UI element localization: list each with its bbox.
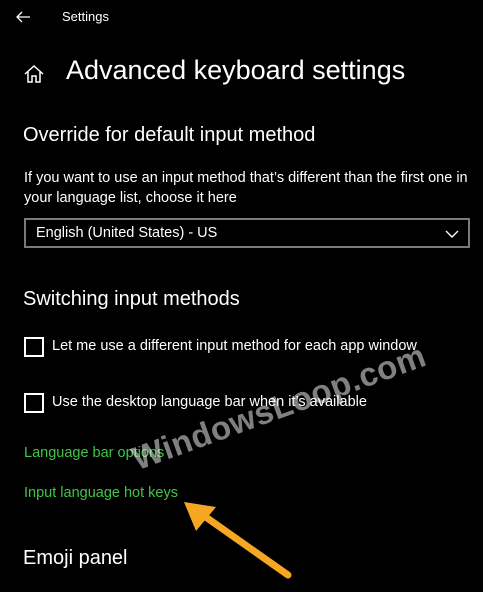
input-language-hot-keys-link[interactable]: Input language hot keys: [24, 485, 178, 501]
back-arrow-icon: [16, 11, 30, 23]
per-app-input-label: Let me use a different input method for …: [52, 338, 417, 354]
language-bar-options-link[interactable]: Language bar options: [24, 445, 164, 461]
home-button[interactable]: [22, 62, 46, 86]
annotation-arrow-icon: [184, 502, 292, 579]
emoji-section-title: Emoji panel: [23, 547, 128, 569]
input-method-dropdown[interactable]: English (United States) - US: [24, 218, 470, 248]
dropdown-selected-value: English (United States) - US: [36, 225, 218, 241]
per-app-input-checkbox[interactable]: [24, 337, 44, 357]
page-title: Advanced keyboard settings: [66, 55, 406, 85]
desktop-language-bar-label: Use the desktop language bar when it’s a…: [52, 394, 367, 410]
override-description: If you want to use an input method that’…: [24, 170, 468, 206]
chevron-down-icon: [445, 230, 459, 238]
home-icon: [24, 64, 44, 83]
back-button[interactable]: [12, 6, 34, 28]
app-title: Settings: [62, 9, 109, 24]
desktop-language-bar-checkbox[interactable]: [24, 393, 44, 413]
title-bar: Settings: [0, 0, 483, 34]
override-section-title: Override for default input method: [23, 124, 316, 146]
switching-section-title: Switching input methods: [23, 288, 240, 310]
